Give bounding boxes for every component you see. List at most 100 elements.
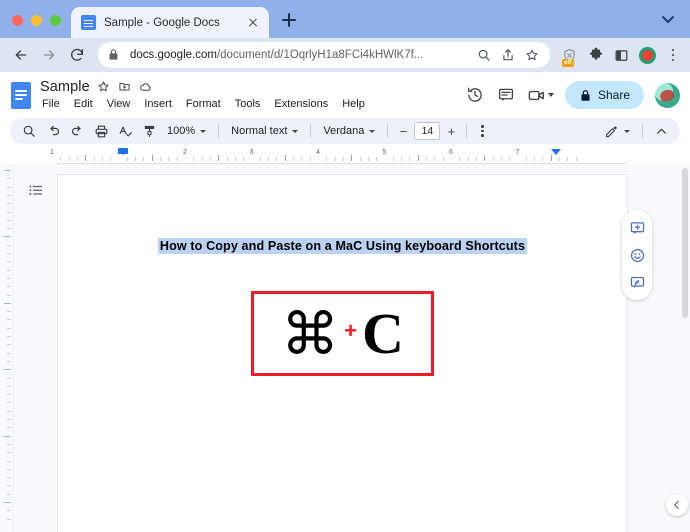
omnibox-actions — [477, 48, 540, 63]
paragraph-style-dropdown[interactable]: Normal text — [226, 120, 303, 142]
editing-mode-dropdown[interactable] — [599, 120, 635, 142]
forward-arrow-icon[interactable] — [36, 42, 62, 68]
puzzle-extensions-icon[interactable] — [586, 46, 605, 65]
scrollbar-thumb[interactable] — [682, 168, 688, 318]
menu-edit[interactable]: Edit — [72, 97, 95, 111]
menu-file[interactable]: File — [40, 97, 62, 111]
ruler-tick — [326, 157, 328, 161]
menu-bar: File Edit View Insert Format Tools Exten… — [40, 97, 367, 111]
extension-icons: off — [558, 46, 682, 67]
vertical-ruler-tick — [7, 443, 11, 445]
print-icon[interactable] — [90, 120, 112, 142]
ruler-tick — [417, 155, 419, 161]
bookmark-star-icon[interactable] — [525, 48, 540, 63]
vertical-ruler-tick — [4, 435, 11, 437]
command-symbol: ⌘ — [281, 299, 340, 368]
zoom-dropdown[interactable]: 100% — [162, 120, 211, 142]
ruler-tick — [68, 157, 70, 161]
version-history-icon[interactable] — [465, 85, 485, 105]
chevron-down-icon[interactable] — [547, 93, 554, 97]
menu-insert[interactable]: Insert — [142, 97, 174, 111]
star-icon[interactable] — [97, 80, 111, 94]
move-to-folder-icon[interactable] — [118, 80, 132, 94]
ruler-tick — [426, 157, 428, 161]
ruler-number: 2 — [183, 149, 187, 156]
first-line-indent-marker[interactable] — [118, 149, 128, 155]
video-camera-icon[interactable] — [527, 86, 554, 105]
menu-format[interactable]: Format — [184, 97, 223, 111]
cloud-saved-icon[interactable] — [139, 80, 153, 94]
menu-help[interactable]: Help — [340, 97, 367, 111]
share-icon[interactable] — [501, 48, 516, 63]
chevron-down-icon — [292, 129, 299, 133]
horizontal-ruler[interactable]: 11234567 — [50, 148, 628, 164]
chevron-left-icon[interactable] — [666, 494, 688, 516]
document-page[interactable]: How to Copy and Paste on a MaC Using key… — [57, 174, 628, 532]
ruler-tick — [542, 157, 544, 161]
vertical-ruler-tick — [7, 344, 11, 346]
close-icon[interactable] — [245, 15, 261, 31]
right-indent-marker[interactable] — [551, 149, 561, 155]
share-button[interactable]: Share — [564, 81, 644, 109]
more-options-icon[interactable] — [474, 125, 490, 137]
document-outline-icon[interactable] — [25, 180, 47, 202]
search-icon[interactable] — [477, 48, 492, 63]
menu-view[interactable]: View — [105, 97, 133, 111]
ruler-tick — [176, 157, 178, 161]
ruler-tick — [334, 157, 336, 161]
font-family-dropdown[interactable]: Verdana — [318, 120, 380, 142]
search-icon[interactable] — [18, 120, 40, 142]
command-plus-c-shortcut-image[interactable]: ⌘ + C — [251, 291, 434, 377]
floating-action-bar — [622, 210, 652, 300]
vertical-scrollbar[interactable] — [681, 164, 689, 532]
ruler-tick — [550, 155, 552, 161]
menu-tools[interactable]: Tools — [233, 97, 263, 111]
url-host: docs.google.com — [130, 49, 217, 61]
screen-recorder-icon[interactable] — [638, 46, 657, 65]
paint-format-icon[interactable] — [138, 120, 160, 142]
three-dot-menu-icon[interactable] — [664, 48, 682, 62]
ruler-tick — [101, 157, 103, 161]
suggest-edit-icon[interactable] — [627, 272, 647, 292]
vertical-ruler-tick — [7, 352, 11, 354]
ruler-tick — [351, 155, 353, 161]
chevron-down-icon[interactable] — [658, 9, 678, 29]
toolbar-divider — [642, 124, 643, 138]
ruler-tick — [376, 157, 378, 161]
font-value: Verdana — [323, 125, 365, 137]
menu-extensions[interactable]: Extensions — [272, 97, 330, 111]
tab-title: Sample - Google Docs — [104, 16, 220, 29]
browser-tab[interactable]: Sample - Google Docs — [71, 7, 269, 38]
chevron-down-icon — [369, 129, 376, 133]
horizontal-ruler-row: 11234567 — [0, 148, 690, 164]
minimize-window-button[interactable] — [31, 15, 42, 26]
vertical-ruler-tick — [7, 485, 11, 487]
reload-icon[interactable] — [64, 42, 90, 68]
close-window-button[interactable] — [12, 15, 23, 26]
font-size-input[interactable]: 14 — [414, 122, 441, 140]
google-docs-logo[interactable] — [8, 78, 34, 112]
address-bar[interactable]: docs.google.com/document/d/1OqrlyH1a8FCi… — [98, 42, 550, 68]
emoji-reaction-icon[interactable] — [627, 245, 647, 265]
maximize-window-button[interactable] — [50, 15, 61, 26]
new-tab-button[interactable] — [275, 6, 303, 34]
comment-icon[interactable] — [496, 85, 516, 105]
redo-icon[interactable] — [66, 120, 88, 142]
undo-icon[interactable] — [42, 120, 64, 142]
font-size-decrease-button[interactable]: − — [395, 122, 411, 140]
side-panel-icon[interactable] — [612, 46, 631, 65]
chevron-up-icon[interactable] — [650, 120, 672, 142]
document-title[interactable]: Sample — [40, 79, 90, 95]
font-size-increase-button[interactable]: + — [443, 122, 459, 140]
adblock-icon[interactable]: off — [560, 46, 579, 67]
ruler-tick — [367, 157, 369, 161]
add-comment-icon[interactable] — [627, 218, 647, 238]
document-heading[interactable]: How to Copy and Paste on a MaC Using key… — [128, 237, 557, 255]
share-label: Share — [597, 88, 630, 102]
spellcheck-icon[interactable] — [114, 120, 136, 142]
vertical-ruler-tick — [7, 394, 11, 396]
back-arrow-icon[interactable] — [8, 42, 34, 68]
ruler-tick — [442, 157, 444, 161]
user-avatar[interactable] — [655, 82, 680, 108]
vertical-ruler-tick — [7, 427, 11, 429]
